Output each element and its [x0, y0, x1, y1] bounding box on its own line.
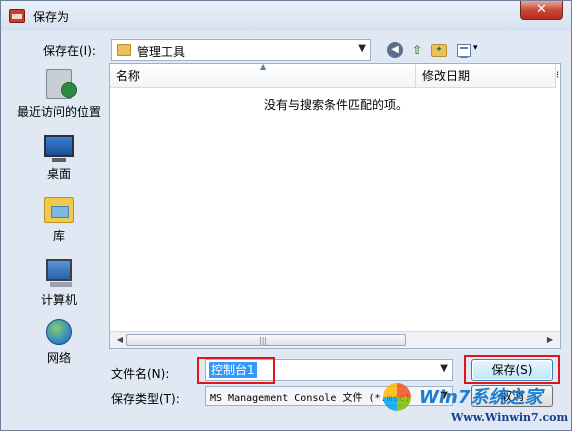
save-in-label: 保存在(I):	[43, 44, 96, 58]
horizontal-scrollbar[interactable]: ◀ ||| ▶	[110, 331, 560, 348]
new-folder-icon[interactable]: ✦	[431, 44, 447, 57]
place-label: 库	[52, 229, 65, 243]
chevron-down-icon[interactable]: ▼	[440, 363, 448, 374]
filetype-label: 保存类型(T):	[111, 392, 180, 406]
up-folder-icon[interactable]: ⇧	[409, 42, 425, 58]
place-desktop[interactable]: 桌面	[11, 135, 107, 182]
places-bar: 最近访问的位置 桌面 库 计算机 网络	[11, 63, 107, 381]
watermark-title: Win7系统之家	[419, 387, 543, 408]
place-label: 计算机	[40, 293, 77, 307]
place-computer[interactable]: 计算机	[11, 259, 107, 308]
scrollbar-thumb[interactable]: |||	[126, 334, 406, 346]
save-in-value: 管理工具	[137, 45, 186, 59]
view-menu-arrow-icon[interactable]: ▾	[473, 43, 478, 53]
more-columns-icon[interactable]: ⁝	[556, 70, 559, 81]
computer-icon	[46, 259, 72, 287]
windows-logo-icon	[383, 383, 411, 411]
folder-icon	[117, 44, 131, 56]
scroll-right-icon[interactable]: ▶	[544, 334, 556, 346]
filename-highlight-box	[197, 357, 275, 384]
mmc-app-icon	[9, 9, 25, 23]
back-icon[interactable]: ◀	[387, 42, 403, 58]
place-network[interactable]: 网络	[11, 319, 107, 366]
sort-ascending-icon: ▲	[260, 62, 267, 71]
title-bar[interactable]: 保存为 ✕	[1, 1, 571, 31]
desktop-icon	[44, 135, 74, 162]
network-icon	[46, 319, 72, 345]
scroll-left-icon[interactable]: ◀	[114, 334, 126, 346]
place-label: 最近访问的位置	[16, 105, 101, 119]
close-button[interactable]: ✕	[520, 1, 563, 20]
window-title: 保存为	[33, 10, 70, 24]
filename-label: 文件名(N):	[111, 367, 170, 381]
column-header-label: 修改日期	[422, 69, 471, 83]
column-header-date[interactable]: 修改日期	[416, 64, 556, 88]
file-list[interactable]: ▲ 名称 修改日期 ⁝ 没有与搜索条件匹配的项。 ◀ ||| ▶	[109, 63, 561, 349]
place-libraries[interactable]: 库	[11, 197, 107, 244]
recent-places-icon	[46, 69, 77, 99]
grip-icon: |||	[259, 336, 268, 345]
place-label: 桌面	[46, 167, 71, 181]
place-label: 网络	[46, 351, 71, 365]
save-in-dropdown[interactable]: 管理工具 ▼	[111, 39, 371, 61]
column-header-name[interactable]: ▲ 名称	[110, 62, 416, 88]
filetype-value: MS Management Console 文件 (*.msc)	[210, 393, 411, 404]
chevron-down-icon[interactable]: ▼	[358, 43, 366, 54]
close-icon: ✕	[536, 2, 547, 17]
watermark-url: Www.Winwin7.com	[451, 411, 569, 424]
save-as-dialog: 保存为 ✕ 保存在(I): 管理工具 ▼ ◀ ⇧ ✦ ▾ 最近访问的位置 桌面 …	[0, 0, 572, 431]
empty-list-message: 没有与搜索条件匹配的项。	[263, 98, 408, 112]
watermark: Win7系统之家 Www.Winwin7.com	[383, 379, 569, 429]
place-recent[interactable]: 最近访问的位置	[11, 69, 107, 120]
libraries-icon	[44, 197, 74, 223]
column-header-label: 名称	[116, 69, 141, 83]
view-menu-icon[interactable]	[457, 44, 471, 58]
